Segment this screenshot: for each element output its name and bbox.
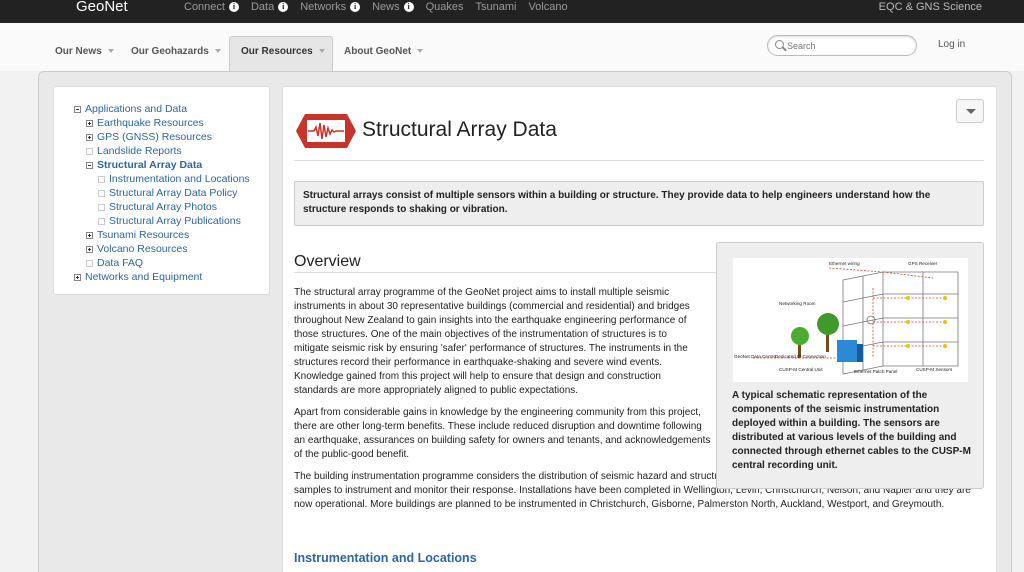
collapse-icon[interactable] xyxy=(74,106,81,113)
diagram-label-geonet-data-centre: GeoNet Data Centre xyxy=(734,354,776,359)
top-nav: Connect i Data i Networks i News i Quakes Ts… xyxy=(184,0,580,14)
leaf-icon xyxy=(86,148,93,155)
top-nav-quakes[interactable]: Quakes xyxy=(426,0,464,14)
expand-icon[interactable] xyxy=(86,246,93,253)
diagram-label-cuspm-sensors: CUSP-M Sensors xyxy=(916,367,953,372)
diagram-label-cuspm-central: CUSP-M Central Unit xyxy=(779,367,823,372)
info-icon: i xyxy=(403,2,414,12)
brand-logo[interactable]: GeoNet xyxy=(76,0,128,16)
leaf-icon xyxy=(86,260,93,267)
sidebar-item-networks-and-equipment[interactable]: Networks and Equipment xyxy=(85,271,202,284)
top-nav-data[interactable]: Data i xyxy=(251,0,289,14)
seismogram-logo-icon xyxy=(296,114,356,148)
info-icon: i xyxy=(228,2,239,12)
expand-icon[interactable] xyxy=(86,134,93,141)
top-nav-tsunami[interactable]: Tsunami xyxy=(476,0,517,14)
sidebar-item-structural-array-data[interactable]: Structural Array Data xyxy=(97,159,202,172)
sidebar-item-structural-array-data-policy[interactable]: Structural Array Data Policy xyxy=(109,187,237,200)
info-icon: i xyxy=(350,2,361,12)
sidebar-item-landslide-reports[interactable]: Landslide Reports xyxy=(97,145,182,158)
instrumentation-and-locations-heading: Instrumentation and Locations xyxy=(294,551,477,565)
caret-down-icon xyxy=(214,49,221,53)
sidebar-item-structural-array-photos[interactable]: Structural Array Photos xyxy=(109,201,217,214)
page-menu-dropdown-button[interactable] xyxy=(956,99,984,123)
login-link[interactable]: Log in xyxy=(938,39,965,50)
search-box xyxy=(767,35,917,56)
leaf-icon xyxy=(98,176,105,183)
page-title: Structural Array Data xyxy=(362,118,557,141)
caret-down-icon xyxy=(417,49,424,53)
overview-paragraph-1: The structural array programme of the Ge… xyxy=(294,287,690,396)
diagram-label-networking-room: Networking Room xyxy=(779,301,816,306)
sidebar-item-applications-and-data[interactable]: Applications and Data xyxy=(85,103,187,116)
title-divider xyxy=(294,160,984,161)
caret-down-icon xyxy=(318,49,325,53)
sidebar-item-instrumentation-and-locations[interactable]: Instrumentation and Locations xyxy=(109,173,250,186)
caret-down-icon xyxy=(107,49,114,53)
top-navbar: GeoNet Connect i Data i Networks i News i Qu… xyxy=(0,0,1024,23)
leaf-icon xyxy=(98,204,105,211)
top-nav-volcano[interactable]: Volcano xyxy=(528,0,567,14)
overview-heading: Overview xyxy=(294,253,361,270)
building-schematic-diagram: Ethernet wiring GPS Receiver Networking … xyxy=(733,258,968,382)
search-icon xyxy=(775,40,784,49)
overview-paragraph-2: Apart from considerable gains in knowled… xyxy=(294,407,711,460)
diagram-label-dedicated-ip: Dedicated IP Connection xyxy=(775,354,826,359)
leaf-icon xyxy=(98,218,105,225)
leaf-icon xyxy=(98,190,105,197)
top-nav-connect[interactable]: Connect i xyxy=(184,0,239,14)
sidebar-item-volcano-resources[interactable]: Volcano Resources xyxy=(97,243,187,256)
subnav-our-resources[interactable]: Our Resources xyxy=(241,46,325,57)
subnav-our-news[interactable]: Our News xyxy=(55,46,114,57)
sidebar-item-data-faq[interactable]: Data FAQ xyxy=(97,257,143,270)
intro-callout: Structural arrays consist of multiple se… xyxy=(294,181,984,226)
diagram-label-ethernet-wiring: Ethernet wiring xyxy=(829,261,860,266)
info-icon: i xyxy=(278,2,289,12)
sidebar-item-structural-array-publications[interactable]: Structural Array Publications xyxy=(109,215,241,228)
subnav-about-geonet[interactable]: About GeoNet xyxy=(344,46,424,57)
top-nav-networks[interactable]: Networks i xyxy=(300,0,361,14)
top-nav-eqc-gns[interactable]: EQC & GNS Science xyxy=(879,0,982,14)
expand-icon[interactable] xyxy=(74,274,81,281)
collapse-icon[interactable] xyxy=(86,162,93,169)
overview-divider xyxy=(294,272,716,273)
expand-icon[interactable] xyxy=(86,120,93,127)
search-input[interactable] xyxy=(787,38,907,53)
expand-icon[interactable] xyxy=(86,232,93,239)
sidebar-item-gps-resources[interactable]: GPS (GNSS) Resources xyxy=(97,131,212,144)
figure-caption: A typical schematic representation of th… xyxy=(732,390,971,471)
subnav-our-geohazards[interactable]: Our Geohazards xyxy=(131,46,221,57)
sidebar-item-tsunami-resources[interactable]: Tsunami Resources xyxy=(97,229,189,242)
diagram-label-patch-panel: Ethernet Patch Panel xyxy=(854,369,897,374)
sidebar-item-earthquake-resources[interactable]: Earthquake Resources xyxy=(97,117,204,130)
top-nav-news[interactable]: News i xyxy=(372,0,414,14)
diagram-label-gps-receiver: GPS Receiver xyxy=(908,261,938,266)
